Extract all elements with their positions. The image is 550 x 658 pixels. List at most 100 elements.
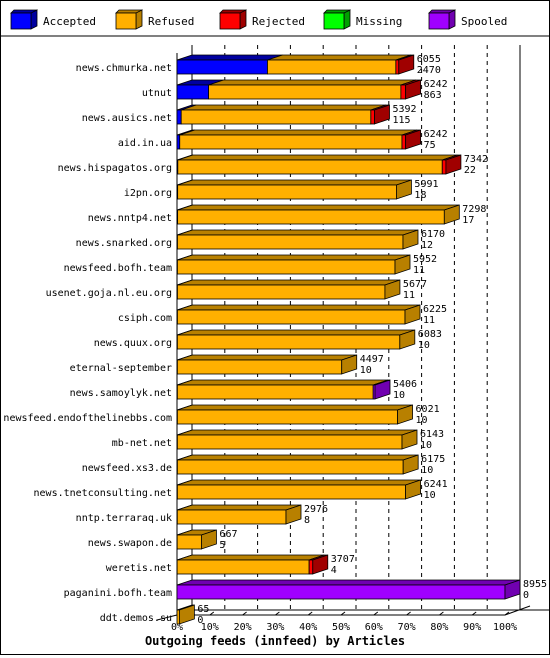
bar-total-label: 6241 (424, 479, 448, 490)
legend-swatch-spooled (428, 12, 450, 30)
bar-total-label: 7342 (464, 154, 488, 165)
bar-total-label: 6242 (424, 79, 448, 90)
category-label: news.hispagatos.org (58, 163, 172, 174)
category-label: eternal-september (70, 363, 172, 374)
bar-top-refused (177, 154, 458, 161)
bar-segment-refused (180, 109, 372, 125)
bar-top-refused (177, 554, 325, 561)
legend-swatch-refused (115, 12, 137, 30)
legend-label-spooled: Spooled (461, 15, 507, 28)
category-label: newsfeed.endofthelinebbs.com (3, 413, 172, 424)
bar-accepted-label: 12 (421, 240, 433, 251)
bar-segment-refused (176, 409, 398, 425)
category-label: newsfeed.xs3.de (82, 463, 172, 474)
bar-accepted-label: 863 (424, 90, 442, 101)
bar-segment-accepted (176, 134, 181, 150)
bar-total-label: 5406 (393, 379, 417, 390)
legend-label-refused: Refused (148, 15, 194, 28)
bar-accepted-label: 10 (393, 390, 405, 401)
x-tick-label: 30% (266, 622, 284, 633)
x-tick-label: 10% (201, 622, 219, 633)
x-tick-label: 60% (365, 622, 383, 633)
legend-swatch-rejected (219, 12, 241, 30)
bar-segment-refused (176, 434, 403, 450)
x-tick-label: 70% (398, 622, 416, 633)
bar-accepted-label: 10 (421, 465, 433, 476)
bar-segment-refused (208, 84, 402, 100)
legend-swatch-missing (323, 12, 345, 30)
bar-accepted-label: 10 (424, 490, 436, 501)
bar-top-refused (177, 379, 389, 386)
bar-total-label: 3707 (331, 554, 355, 565)
bar-top-spooled (176, 579, 521, 586)
legend-swatch-side (343, 9, 351, 30)
bar-segment-refused (177, 259, 396, 275)
category-label: news.snarked.org (76, 238, 172, 249)
category-label: news.nntp4.net (88, 213, 172, 224)
bar-segment-refused (176, 459, 404, 475)
bar-segment-refused (177, 309, 406, 325)
bar-accepted-label: 11 (423, 315, 435, 326)
bar-top-refused (177, 479, 421, 486)
bar-segment-rejected (370, 109, 375, 125)
bar-segment-refused (177, 234, 404, 250)
bar-total-label: 667 (219, 529, 237, 540)
bar-segment-rejected (400, 84, 407, 100)
bar-segment-accepted (176, 59, 268, 75)
bar-accepted-label: 0 (197, 615, 203, 626)
bar-accepted-label: 10 (420, 440, 432, 451)
bar-segment-refused (176, 359, 343, 375)
bar-top-refused (177, 404, 413, 411)
bar-accepted-label: 17 (462, 215, 474, 226)
bar-top-accepted (176, 54, 283, 61)
category-label: news.chmurka.net (76, 63, 172, 74)
legend-label-missing: Missing (356, 15, 402, 28)
bar-top-refused (179, 129, 418, 136)
category-label: news.quux.org (94, 338, 172, 349)
x-tick-label: 50% (332, 622, 350, 633)
bar-accepted-label: 4 (331, 565, 337, 576)
legend-swatch-side (135, 9, 143, 30)
category-label: csiph.com (118, 313, 172, 324)
category-label: ddt.demos.su (100, 613, 172, 624)
bar-top-refused (177, 229, 419, 236)
bar-accepted-label: 0 (523, 590, 529, 601)
category-label: news.swapon.de (88, 538, 172, 549)
bar-segment-refused (176, 384, 374, 400)
bar-total-label: 2976 (304, 504, 328, 515)
bar-segment-refused (177, 284, 386, 300)
bar-segment-refused (176, 509, 287, 525)
bar-segment-spooled (176, 584, 506, 600)
chart-frame: Accepted Refused Rejected Missing Spooled 0% 1… (0, 0, 550, 655)
bar-segment-accepted (176, 109, 182, 125)
bar-top-refused (177, 279, 401, 286)
bar-accepted-label: 10 (360, 365, 372, 376)
bar-accepted-label: 10 (416, 415, 428, 426)
bar-accepted-label: 10 (418, 340, 430, 351)
bar-segment-accepted (176, 84, 210, 100)
bar-total-label: 6021 (416, 404, 440, 415)
x-tick-label: 80% (430, 622, 448, 633)
legend-label-rejected: Rejected (252, 15, 305, 28)
bar-top-refused (177, 204, 460, 211)
bar-top-refused (177, 429, 418, 436)
bar-top-refused (177, 354, 357, 361)
legend-swatch-side (30, 9, 38, 30)
category-label: utnut (142, 88, 172, 99)
legend-swatch-accepted (10, 12, 32, 30)
bar-top-refused (177, 304, 421, 311)
bar-segment-refused (179, 134, 403, 150)
bar-total-label: 6143 (420, 429, 444, 440)
category-label: news.samoylyk.net (70, 388, 172, 399)
bar-top-refused (267, 54, 411, 61)
x-tick-label: 20% (234, 622, 252, 633)
category-label: weretis.net (106, 563, 172, 574)
bar-top-refused (177, 454, 419, 461)
bar-segment-refused (177, 209, 445, 225)
bar-accepted-label: 5 (219, 540, 225, 551)
bar-total-label: 5952 (413, 254, 437, 265)
bar-side (178, 604, 195, 625)
bar-top-refused (181, 104, 386, 111)
bar-accepted-label: 8 (304, 515, 310, 526)
bar-total-label: 7298 (462, 204, 486, 215)
